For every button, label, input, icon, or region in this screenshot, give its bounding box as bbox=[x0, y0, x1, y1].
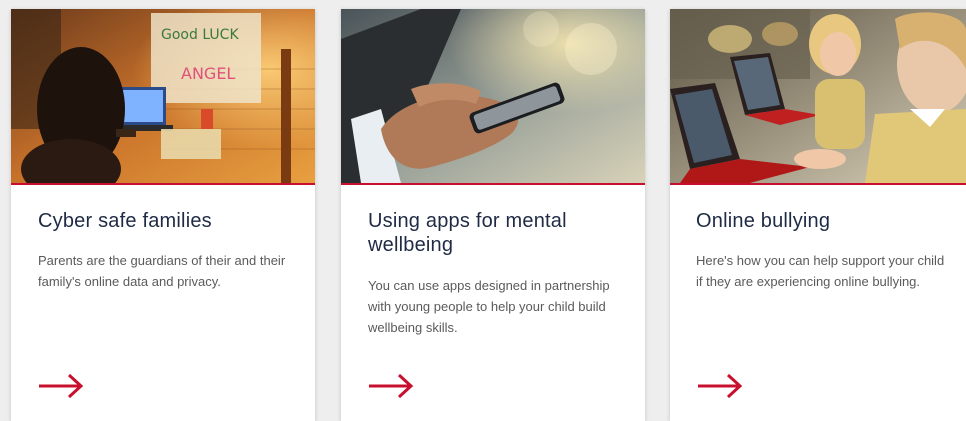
card-title: Cyber safe families bbox=[38, 210, 212, 232]
card-accent-line bbox=[341, 183, 645, 185]
card-cyber-safe-families[interactable]: Good LUCK ANGEL Cyber safe families Pare… bbox=[11, 9, 315, 421]
hand-holding-phone-photo bbox=[341, 9, 645, 183]
svg-text:Good LUCK: Good LUCK bbox=[161, 27, 239, 43]
girl-at-laptop-photo: Good LUCK ANGEL bbox=[11, 9, 315, 183]
card-using-apps-mental-wellbeing[interactable]: Using apps for mental wellbeing You can … bbox=[341, 9, 645, 421]
arrow-right-icon[interactable] bbox=[696, 372, 744, 400]
students-with-laptops-photo bbox=[670, 9, 966, 183]
arrow-right-icon[interactable] bbox=[367, 372, 415, 400]
arrow-right-icon[interactable] bbox=[37, 372, 85, 400]
card-description: You can use apps designed in partnership… bbox=[368, 278, 610, 335]
svg-text:ANGEL: ANGEL bbox=[181, 64, 235, 83]
card-accent-line bbox=[670, 183, 966, 185]
card-grid: Good LUCK ANGEL Cyber safe families Pare… bbox=[0, 0, 966, 421]
card-title: Using apps for mental wellbeing bbox=[368, 210, 567, 256]
card-accent-line bbox=[11, 183, 315, 185]
card-title: Online bullying bbox=[696, 210, 831, 232]
card-online-bullying[interactable]: Online bullying Here's how you can help … bbox=[670, 9, 966, 421]
card-description: Parents are the guardians of their and t… bbox=[38, 253, 286, 289]
card-description: Here's how you can help support your chi… bbox=[696, 253, 945, 289]
